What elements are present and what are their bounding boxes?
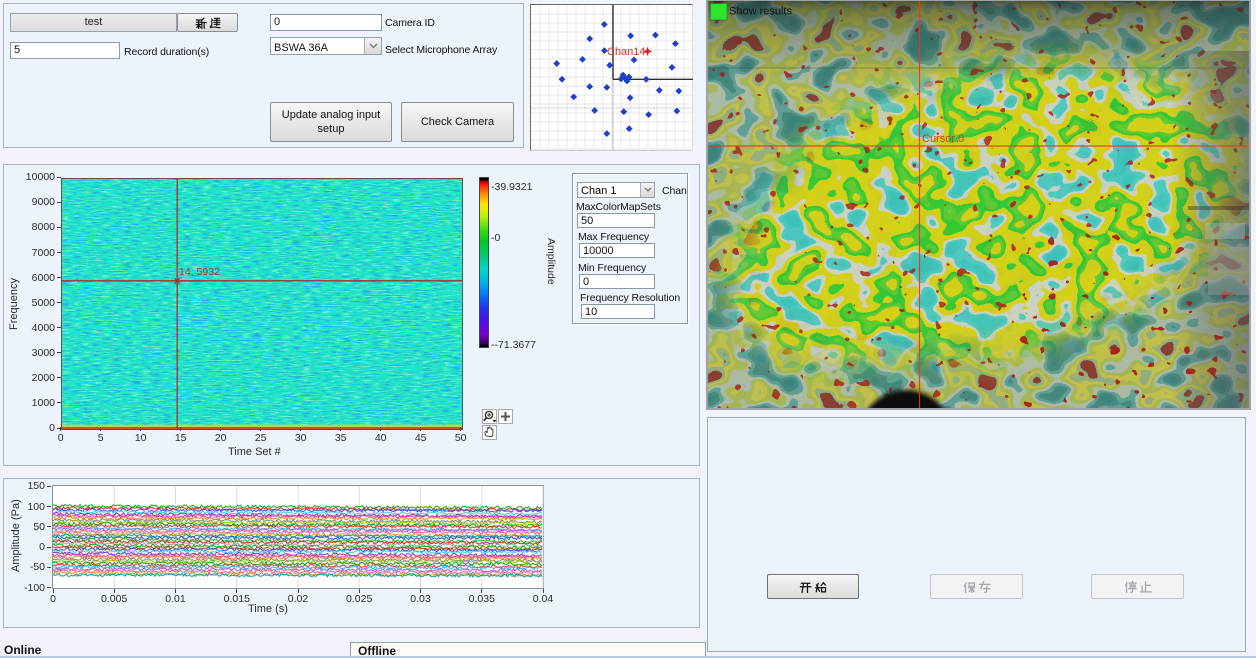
svg-text:Show results: Show results [729, 6, 792, 18]
svg-text:Cursor 0: Cursor 0 [922, 133, 964, 145]
